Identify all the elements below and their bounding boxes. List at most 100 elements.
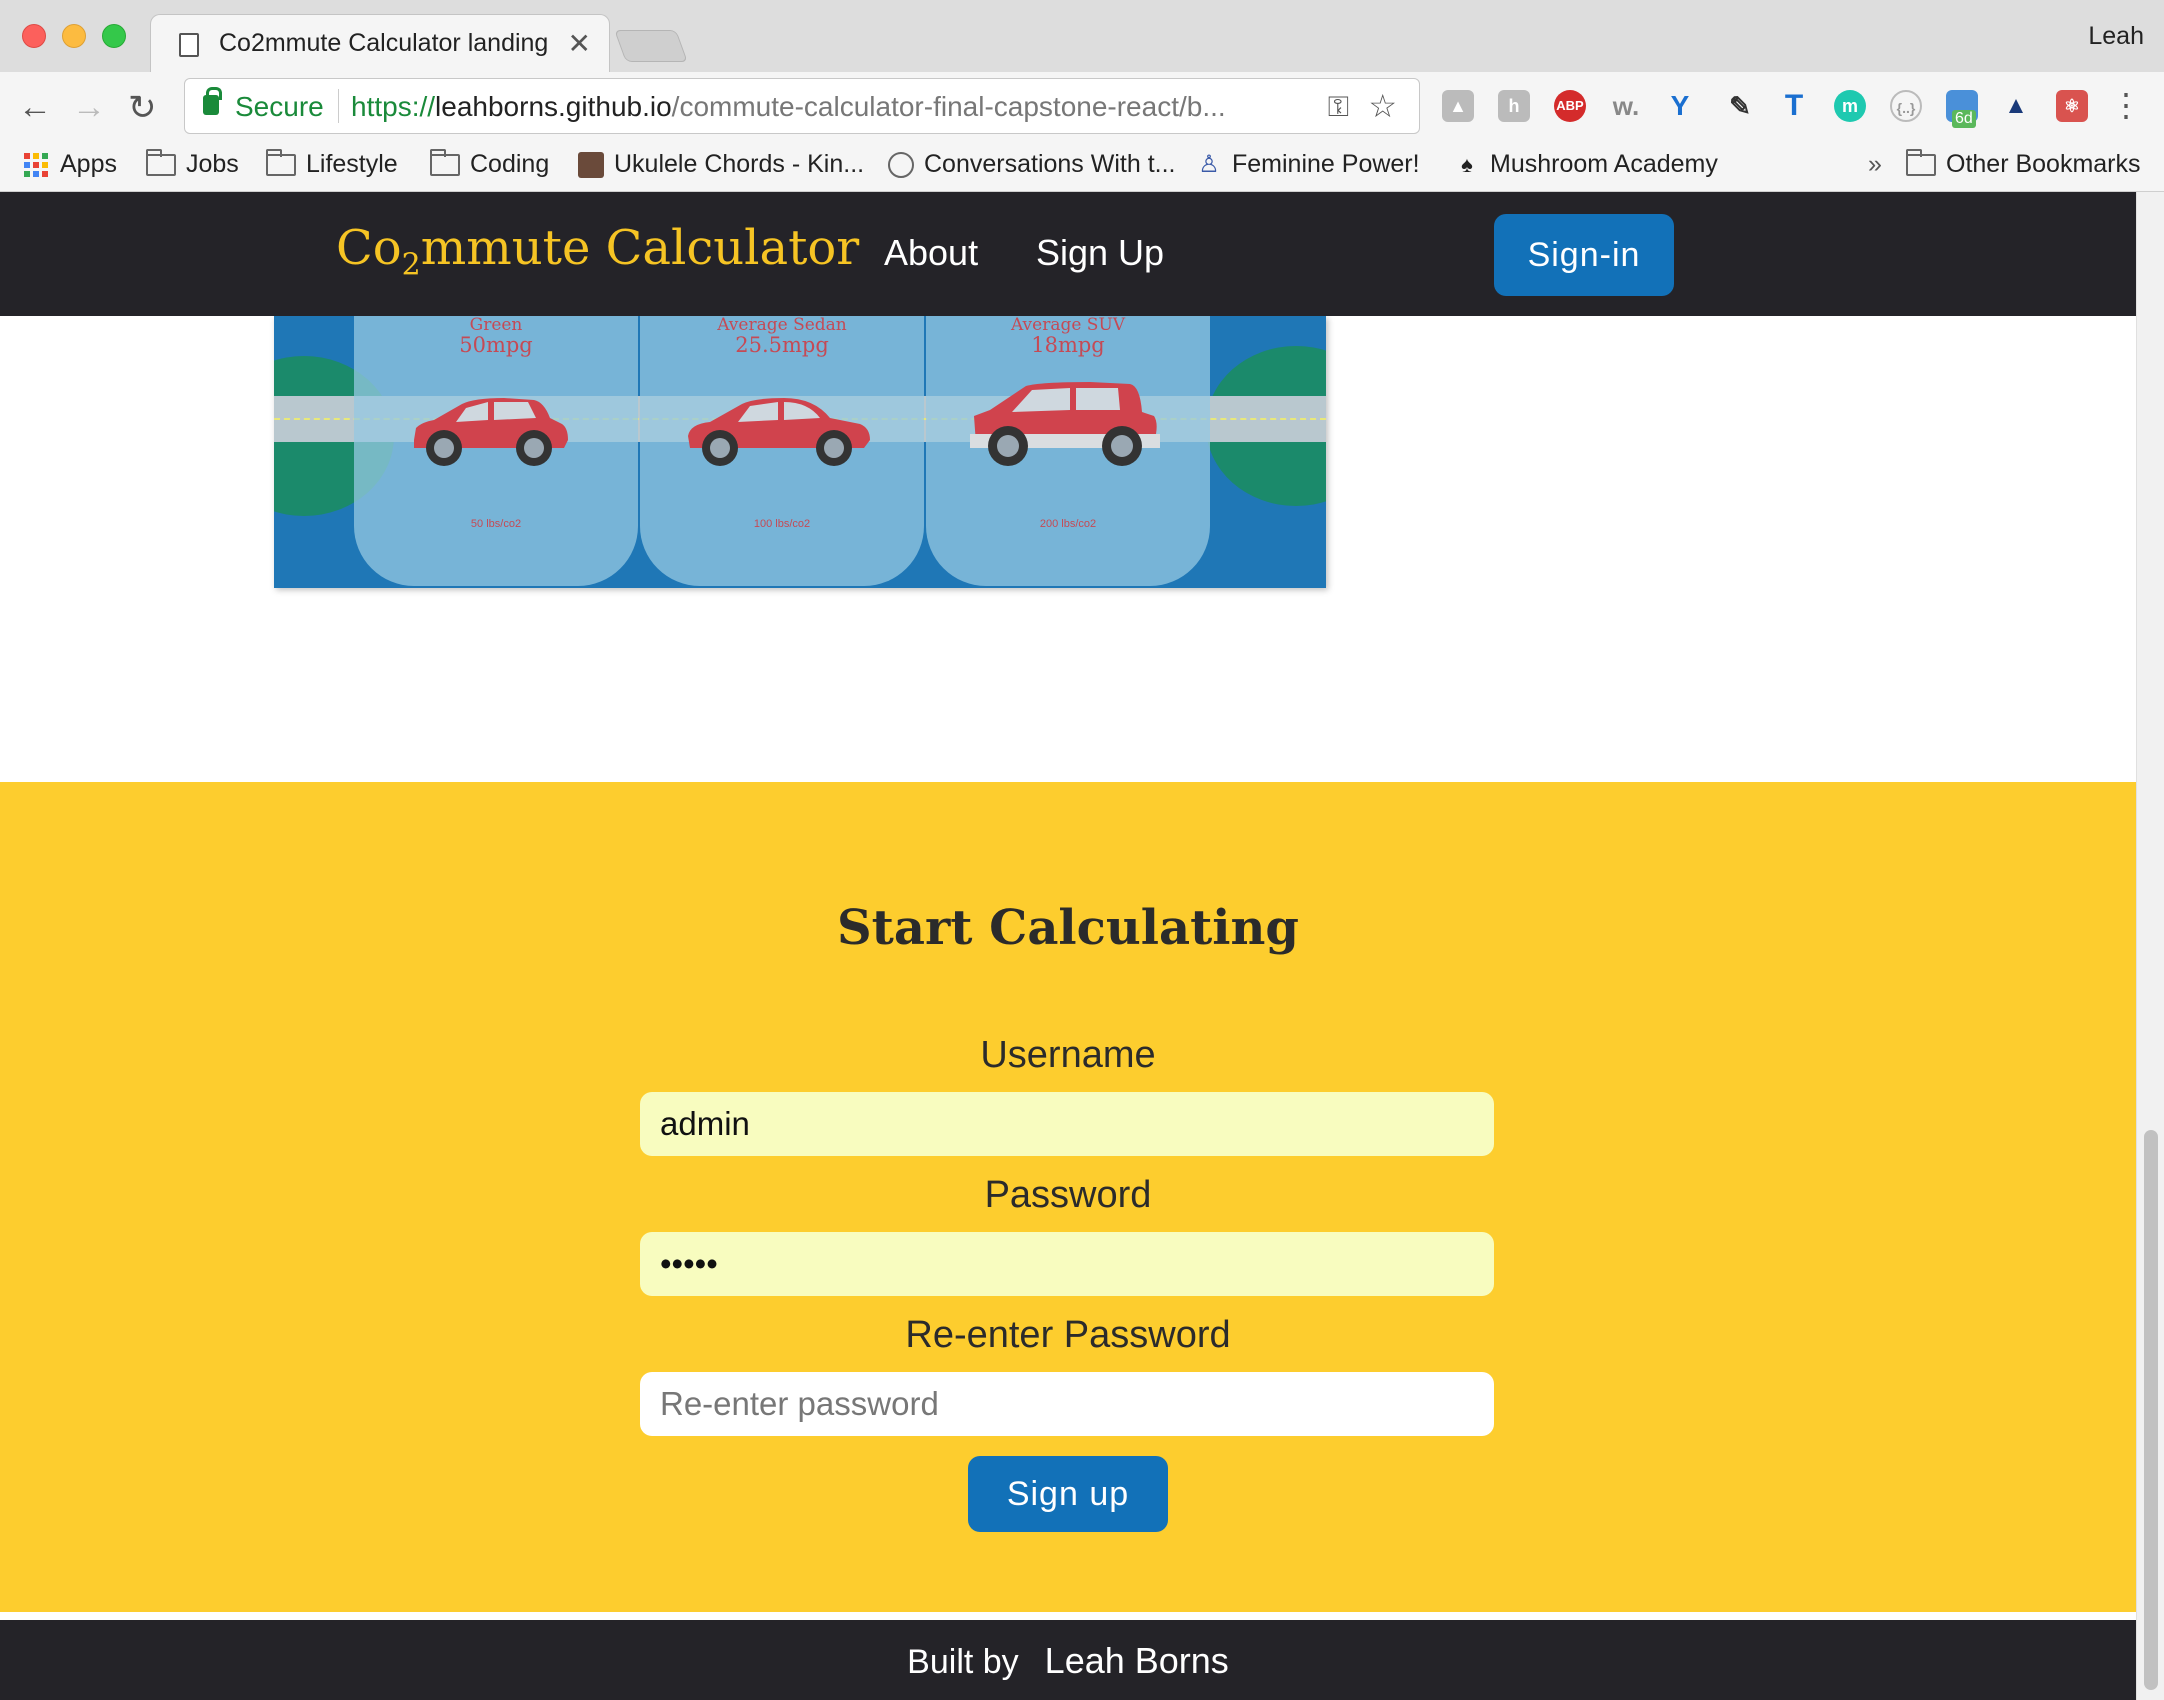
url-text[interactable]: https://leahborns.github.io/commute-calc… bbox=[351, 91, 1301, 123]
folder-icon bbox=[430, 148, 460, 176]
react-extension-icon[interactable]: ⚛ bbox=[2056, 90, 2088, 122]
eyedropper-extension-icon[interactable]: ✎ bbox=[1724, 90, 1756, 122]
folder-icon bbox=[1906, 148, 1936, 176]
reenter-password-label: Re-enter Password bbox=[905, 1314, 1231, 1356]
bookmark-label: Feminine Power! bbox=[1232, 150, 1420, 178]
car-comparison-illustration: Green 50mpg 50 lbs/co2 Average Sedan 25.… bbox=[274, 316, 1326, 588]
bookmark-label: Lifestyle bbox=[306, 150, 398, 178]
bookmark-feminine-power[interactable]: ♙ Feminine Power! bbox=[1196, 150, 1420, 179]
bookmark-mushroom-academy[interactable]: ♠ Mushroom Academy bbox=[1454, 150, 1718, 179]
bookmark-star-icon[interactable]: ☆ bbox=[1368, 87, 1397, 125]
brand-prefix: Co bbox=[336, 220, 402, 276]
document-icon bbox=[179, 33, 199, 57]
brand-logo[interactable]: Co2mmute Calculator bbox=[336, 220, 859, 283]
reenter-password-input[interactable] bbox=[640, 1372, 1494, 1436]
honey-extension-icon[interactable]: h bbox=[1498, 90, 1530, 122]
mushroom-favicon-icon: ♠ bbox=[1461, 151, 1473, 177]
conversations-favicon-icon bbox=[888, 151, 914, 178]
browser-menu-icon[interactable]: ⋮ bbox=[2110, 86, 2142, 124]
bookmark-ukulele[interactable]: Ukulele Chords - Kin... bbox=[578, 150, 864, 179]
car-mpg: 18mpg bbox=[1031, 333, 1105, 357]
password-label: Password bbox=[984, 1174, 1152, 1216]
car-co2: 50 lbs/co2 bbox=[470, 518, 522, 530]
bookmark-label: Apps bbox=[60, 150, 117, 178]
signup-section: Start Calculating Username Password Re-e… bbox=[0, 782, 2136, 1612]
car-mpg: 25.5mpg bbox=[735, 333, 829, 357]
footer-built-by: Built by bbox=[907, 1643, 1019, 1681]
wordtune-extension-icon[interactable]: w. bbox=[1610, 90, 1642, 122]
car-card-sedan: Average Sedan 25.5mpg 100 lbs/co2 bbox=[640, 316, 924, 586]
window-minimize-button[interactable] bbox=[62, 24, 86, 48]
json-extension-icon[interactable]: {..} bbox=[1890, 90, 1922, 122]
page-viewport: Co2mmute Calculator About Sign Up Sign-i… bbox=[0, 192, 2136, 1700]
bookmarks-overflow-icon[interactable]: » bbox=[1868, 150, 1882, 179]
bookmark-label: Other Bookmarks bbox=[1946, 150, 2141, 178]
url-scheme: https:// bbox=[351, 91, 436, 122]
car-name: Green bbox=[469, 316, 523, 335]
key-icon[interactable]: ⚿ bbox=[1328, 91, 1349, 124]
bookmark-lifestyle[interactable]: Lifestyle bbox=[266, 148, 398, 179]
nav-about-link[interactable]: About bbox=[884, 232, 978, 274]
url-path: /commute-calculator-final-capstone-react… bbox=[671, 91, 1226, 122]
bookmark-label: Ukulele Chords - Kin... bbox=[614, 150, 865, 178]
car-mpg: 50mpg bbox=[459, 333, 533, 357]
reload-icon[interactable]: ↻ bbox=[128, 88, 157, 128]
bookmark-other-bookmarks[interactable]: Other Bookmarks bbox=[1906, 148, 2141, 179]
bookmark-apps[interactable]: Apps bbox=[24, 150, 117, 179]
new-tab-button[interactable] bbox=[614, 30, 688, 62]
address-bar[interactable]: Secure https://leahborns.github.io/commu… bbox=[184, 78, 1420, 134]
drive-extension-icon[interactable]: ▲ bbox=[1442, 90, 1474, 122]
bookmark-label: Coding bbox=[470, 150, 550, 178]
bookmark-jobs[interactable]: Jobs bbox=[146, 148, 239, 179]
hatchback-car-icon bbox=[414, 398, 568, 466]
footer-author: Leah Borns bbox=[1044, 1640, 1229, 1681]
window-close-button[interactable] bbox=[22, 24, 46, 48]
folder-icon bbox=[266, 148, 296, 176]
bookmark-conversations[interactable]: Conversations With t... bbox=[888, 150, 1175, 179]
feminine-power-favicon-icon: ♙ bbox=[1198, 150, 1220, 178]
lock-icon bbox=[203, 87, 222, 115]
signup-submit-button[interactable]: Sign up bbox=[968, 1456, 1168, 1532]
bookmark-label: Jobs bbox=[186, 150, 239, 178]
forward-arrow-icon[interactable]: → bbox=[72, 88, 106, 127]
page-scrollbar-thumb[interactable] bbox=[2144, 1130, 2158, 1690]
suv-car-icon bbox=[970, 382, 1160, 466]
t-extension-icon[interactable]: T bbox=[1778, 90, 1810, 122]
browser-tab-active[interactable]: Co2mmute Calculator landing p ✕ bbox=[150, 14, 610, 74]
window-zoom-button[interactable] bbox=[102, 24, 126, 48]
bookmark-label: Conversations With t... bbox=[924, 150, 1176, 178]
nav-signup-link[interactable]: Sign Up bbox=[1036, 232, 1164, 274]
bookmark-coding[interactable]: Coding bbox=[430, 148, 550, 179]
m-extension-icon[interactable]: m bbox=[1834, 90, 1866, 122]
car-co2: 200 lbs/co2 bbox=[1039, 518, 1097, 530]
car-card-green: Green 50mpg 50 lbs/co2 bbox=[354, 316, 638, 586]
adblock-extension-icon[interactable]: ABP bbox=[1554, 90, 1586, 122]
car-name: Average SUV bbox=[1010, 316, 1126, 335]
bookmark-label: Mushroom Academy bbox=[1490, 150, 1718, 178]
back-arrow-icon[interactable]: ← bbox=[18, 88, 52, 127]
y-extension-icon[interactable]: Y bbox=[1664, 90, 1696, 122]
section-title: Start Calculating bbox=[837, 900, 1299, 956]
car-co2: 100 lbs/co2 bbox=[753, 518, 811, 530]
sedan-car-icon bbox=[688, 398, 870, 466]
car-name: Average Sedan bbox=[717, 316, 847, 335]
browser-tab-bar: Co2mmute Calculator landing p ✕ Leah bbox=[0, 0, 2164, 74]
axe-extension-icon[interactable]: ▲ bbox=[2000, 90, 2032, 122]
brand-subscript: 2 bbox=[401, 247, 421, 283]
apps-grid-icon bbox=[24, 152, 48, 177]
address-separator bbox=[338, 89, 339, 123]
site-footer: Built by Leah Borns bbox=[0, 1620, 2136, 1700]
signin-button[interactable]: Sign-in bbox=[1494, 214, 1674, 296]
car-card-suv: Average SUV 18mpg 200 lbs/co2 bbox=[926, 316, 1210, 586]
close-tab-icon[interactable]: ✕ bbox=[568, 27, 591, 60]
username-label: Username bbox=[980, 1034, 1156, 1076]
secure-label: Secure bbox=[235, 91, 324, 122]
brand-suffix: mmute Calculator bbox=[420, 220, 860, 276]
password-input[interactable] bbox=[640, 1232, 1494, 1296]
browser-toolbar: ← → ↻ Secure https://leahborns.github.io… bbox=[0, 72, 2164, 144]
bookmarks-bar: Apps Jobs Lifestyle Coding Ukulele Chord… bbox=[0, 144, 2164, 192]
username-input[interactable] bbox=[640, 1092, 1494, 1156]
profile-name[interactable]: Leah bbox=[2088, 22, 2144, 51]
site-navbar: Co2mmute Calculator About Sign Up Sign-i… bbox=[0, 192, 2136, 316]
url-host: leahborns.github.io bbox=[435, 91, 672, 122]
